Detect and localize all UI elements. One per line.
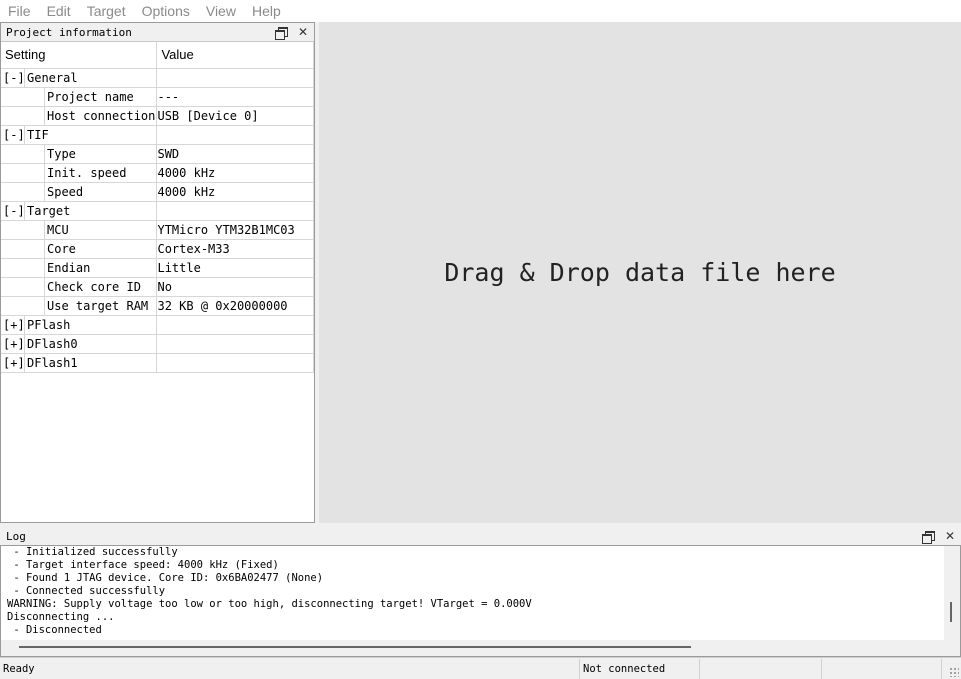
property-value[interactable]: 4000 kHz <box>156 182 314 202</box>
property-group-label: DFlash1 <box>27 355 78 370</box>
property-group-label: General <box>27 70 78 85</box>
property-value[interactable]: SWD <box>156 144 314 164</box>
menu-edit[interactable]: Edit <box>39 0 79 22</box>
property-row[interactable]: Host connection USB [Device 0] <box>1 106 314 126</box>
property-value[interactable]: YTMicro YTM32B1MC03 <box>156 220 314 240</box>
project-properties-table: Setting Value [-] General Project name --- H… <box>1 42 314 373</box>
table-header-row: Setting Value <box>1 42 314 69</box>
close-icon[interactable]: ✕ <box>296 25 310 39</box>
property-label: Check core ID <box>47 279 141 294</box>
project-panel-titlebar: Project information ✕ <box>1 23 314 42</box>
status-bar: Ready Not connected <box>0 657 961 679</box>
property-label: Endian <box>47 260 91 275</box>
property-label: Project name <box>47 89 134 104</box>
property-group-row[interactable]: [-] Target <box>1 201 314 221</box>
log-line: - Disconnected <box>7 624 102 636</box>
column-header-setting[interactable]: Setting <box>1 42 158 69</box>
log-line: - Found 1 JTAG device. Core ID: 0x6BA024… <box>7 572 324 584</box>
log-panel-titlebar: Log ✕ <box>0 528 961 545</box>
log-vertical-scrollbar[interactable] <box>944 546 960 656</box>
menu-view[interactable]: View <box>198 0 244 22</box>
expander-toggle[interactable]: [+] <box>1 334 25 353</box>
property-row[interactable]: Endian Little <box>1 258 314 278</box>
property-value[interactable] <box>156 201 314 221</box>
property-value[interactable] <box>156 315 314 335</box>
property-group-row[interactable]: [-] General <box>1 68 314 88</box>
log-lines: - Initialized successfully - Target inte… <box>1 546 960 637</box>
menu-file[interactable]: File <box>0 0 39 22</box>
property-label: Use target RAM <box>47 298 149 313</box>
expander-toggle[interactable]: [+] <box>1 315 25 334</box>
log-line: Disconnecting ... <box>7 611 115 623</box>
log-line: WARNING: Supply voltage too low or too h… <box>7 598 532 610</box>
connection-status: Not connected <box>580 658 700 679</box>
log-output[interactable]: - Initialized successfully - Target inte… <box>0 545 961 657</box>
property-value[interactable]: --- <box>156 87 314 107</box>
property-row[interactable]: Type SWD <box>1 144 314 164</box>
log-vertical-scroll-thumb[interactable] <box>950 602 952 622</box>
property-row[interactable]: Speed 4000 kHz <box>1 182 314 202</box>
property-group-row[interactable]: [-] TIF <box>1 125 314 145</box>
menu-target[interactable]: Target <box>79 0 134 22</box>
expander-toggle[interactable]: [-] <box>1 201 25 220</box>
status-segment-3 <box>700 658 822 679</box>
property-value[interactable] <box>156 334 314 354</box>
property-label: Init. speed <box>47 165 127 180</box>
project-panel-title: Project information <box>6 25 132 39</box>
property-group-label: TIF <box>27 127 49 142</box>
property-label: Type <box>47 146 76 161</box>
menu-options[interactable]: Options <box>134 0 198 22</box>
property-value[interactable]: 4000 kHz <box>156 163 314 183</box>
property-value[interactable]: 32 KB @ 0x20000000 <box>156 296 314 316</box>
property-value[interactable]: USB [Device 0] <box>156 106 314 126</box>
property-row[interactable]: MCU YTMicro YTM32B1MC03 <box>1 220 314 240</box>
drop-area-text: Drag & Drop data file here <box>444 258 836 287</box>
property-label: Core <box>47 241 76 256</box>
property-group-label: DFlash0 <box>27 336 78 351</box>
status-segment-4 <box>822 658 942 679</box>
menu-bar: File Edit Target Options View Help <box>0 0 961 22</box>
property-row[interactable]: Init. speed 4000 kHz <box>1 163 314 183</box>
property-group-label: Target <box>27 203 71 218</box>
restore-icon[interactable] <box>274 25 288 40</box>
project-properties-body: [-] General Project name --- Host connection… <box>1 68 314 373</box>
log-line: - Connected successfully <box>7 585 166 597</box>
property-row[interactable]: Project name --- <box>1 87 314 107</box>
project-information-panel: Project information ✕ Setting Value [-] G… <box>0 22 315 523</box>
property-value[interactable] <box>156 68 314 88</box>
restore-icon[interactable] <box>921 529 935 544</box>
property-row[interactable]: Check core ID No <box>1 277 314 297</box>
log-line: - Target interface speed: 4000 kHz (Fixe… <box>7 559 279 571</box>
status-text: Ready <box>0 658 580 679</box>
property-label: Host connection <box>47 108 156 123</box>
log-horizontal-scrollbar[interactable] <box>1 640 945 656</box>
expander-toggle[interactable]: [-] <box>1 125 25 144</box>
property-value[interactable]: Cortex-M33 <box>156 239 314 259</box>
property-label: Speed <box>47 184 84 199</box>
property-value[interactable] <box>156 125 314 145</box>
expander-toggle[interactable]: [-] <box>1 68 25 87</box>
property-value[interactable] <box>156 353 314 373</box>
property-row[interactable]: Use target RAM 32 KB @ 0x20000000 <box>1 296 314 316</box>
property-group-row[interactable]: [+] DFlash0 <box>1 334 314 354</box>
menu-help[interactable]: Help <box>244 0 289 22</box>
log-panel: Log ✕ - Initialized successfully - Targe… <box>0 528 961 657</box>
resize-grip-icon[interactable] <box>949 667 959 677</box>
log-line: - Initialized successfully <box>7 546 178 558</box>
property-group-row[interactable]: [+] PFlash <box>1 315 314 335</box>
expander-toggle[interactable]: [+] <box>1 353 25 372</box>
column-header-value[interactable]: Value <box>156 42 314 69</box>
drop-area[interactable]: Drag & Drop data file here <box>319 22 961 523</box>
property-label: MCU <box>47 222 69 237</box>
property-value[interactable]: No <box>156 277 314 297</box>
property-row[interactable]: Core Cortex-M33 <box>1 239 314 259</box>
log-horizontal-scroll-thumb[interactable] <box>19 646 691 648</box>
property-group-label: PFlash <box>27 317 71 332</box>
property-value[interactable]: Little <box>156 258 314 278</box>
close-icon[interactable]: ✕ <box>943 529 957 543</box>
property-group-row[interactable]: [+] DFlash1 <box>1 353 314 373</box>
log-panel-title: Log <box>6 530 26 543</box>
